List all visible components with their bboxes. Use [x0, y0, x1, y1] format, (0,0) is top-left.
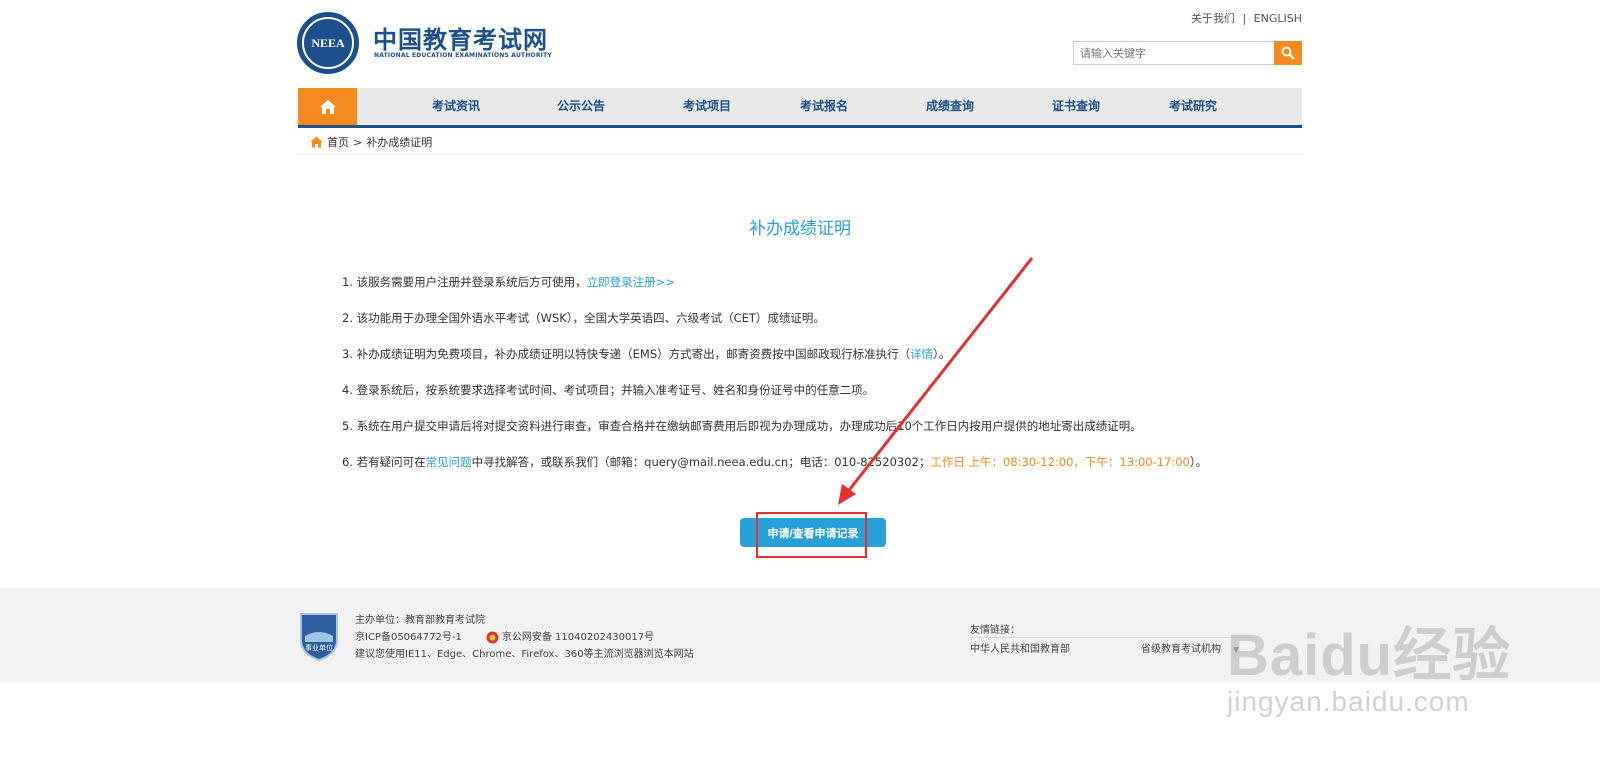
nav-item-exam-news[interactable]: 考试资讯	[432, 88, 480, 125]
logo-text: NEEA	[311, 35, 345, 50]
site-subtitle: NATIONAL EDUCATION EXAMINATIONS AUTHORIT…	[374, 52, 552, 59]
page: NEEA 中国教育考试网 NATIONAL EDUCATION EXAMINAT…	[0, 0, 1600, 782]
page-title: 补办成绩证明	[749, 219, 851, 239]
list-item: 6. 若有疑问可在常见问题中寻找解答，或联系我们（邮箱：query@mail.n…	[342, 455, 1208, 469]
friend-link-moe[interactable]: 中华人民共和国教育部	[970, 640, 1070, 655]
footer-info: 主办单位：教育部教育考试院 京ICP备05064772号-1 京公网安备 110…	[355, 612, 694, 663]
list-item: 3. 补办成绩证明为免费项目，补办成绩证明以特快专递（EMS）方式寄出，邮寄资费…	[342, 347, 951, 361]
search-input[interactable]	[1074, 42, 1274, 64]
friend-links-title: 友情链接：	[970, 625, 1020, 636]
home-icon	[310, 136, 323, 148]
divider	[970, 637, 1252, 638]
nav-item-score-query[interactable]: 成绩查询	[926, 88, 974, 125]
faq-link[interactable]: 常见问题	[426, 455, 472, 469]
nav-item-certificate-query[interactable]: 证书查询	[1052, 88, 1100, 125]
nav-item-exam-research[interactable]: 考试研究	[1169, 88, 1217, 125]
about-us-link[interactable]: 关于我们	[1191, 12, 1235, 25]
instruction-list: 1. 该服务需要用户注册并登录系统后方可使用，立即登录注册>> 2. 该功能用于…	[342, 272, 1207, 488]
neea-logo[interactable]: NEEA	[297, 12, 359, 74]
home-icon	[319, 99, 336, 114]
browser-suggestion: 建议您使用IE11、Edge、Chrome、Firefox、360等主流浏览器浏…	[355, 649, 694, 660]
list-item: 4. 登录系统后，按系统要求选择考试时间、考试项目；并输入准考证号、姓名和身份证…	[342, 383, 875, 397]
police-emblem-icon	[486, 631, 499, 644]
breadcrumb-separator: >	[353, 135, 363, 149]
english-link[interactable]: ENGLISH	[1254, 12, 1302, 25]
office-hours: 工作日 上午：08:30-12:00，下午：13:00-17:00	[930, 455, 1190, 469]
police-record-link[interactable]: 京公网安备 11040202430017号	[502, 629, 654, 646]
nav-item-notices[interactable]: 公示公告	[557, 88, 605, 125]
public-institution-badge: 事业单位	[300, 613, 338, 662]
breadcrumb: 首页 > 补办成绩证明	[310, 134, 432, 150]
main-nav: 考试资讯 公示公告 考试项目 考试报名 成绩查询 证书查询 考试研究	[298, 88, 1302, 128]
nav-home-button[interactable]	[298, 88, 357, 125]
list-item: 2. 该功能用于办理全国外语水平考试（WSK），全国大学英语四、六级考试（CET…	[342, 311, 825, 325]
details-link[interactable]: 详情	[910, 347, 933, 361]
search-icon	[1281, 46, 1295, 60]
icp-link[interactable]: 京ICP备05064772号-1	[355, 629, 462, 646]
search-box	[1073, 41, 1302, 65]
list-item: 1. 该服务需要用户注册并登录系统后方可使用，立即登录注册>>	[342, 275, 675, 289]
breadcrumb-home[interactable]: 首页	[327, 134, 349, 150]
nav-item-registration[interactable]: 考试报名	[800, 88, 848, 125]
login-register-link[interactable]: 立即登录注册>>	[587, 275, 675, 289]
list-item: 5. 系统在用户提交申请后将对提交资料进行审查，审查合格并在缴纳邮寄费用后即视为…	[342, 419, 1142, 433]
friend-link-provincial-dropdown[interactable]: 省级教育考试机构 ▼	[1141, 640, 1239, 655]
search-button[interactable]	[1274, 41, 1302, 65]
annotation-highlight-box	[756, 512, 867, 558]
sponsor-text: 主办单位：教育部教育考试院	[355, 615, 485, 626]
top-links: 关于我们 | ENGLISH	[1187, 10, 1302, 26]
top-links-separator: |	[1242, 12, 1247, 25]
breadcrumb-current: 补办成绩证明	[366, 136, 433, 149]
nav-item-exam-projects[interactable]: 考试项目	[683, 88, 731, 125]
baidu-watermark: Baidu经验 jingyan.baidu.com	[1227, 623, 1512, 717]
site-name: 中国教育考试网	[373, 26, 548, 54]
divider	[298, 154, 1302, 155]
svg-text:事业单位: 事业单位	[305, 643, 333, 652]
